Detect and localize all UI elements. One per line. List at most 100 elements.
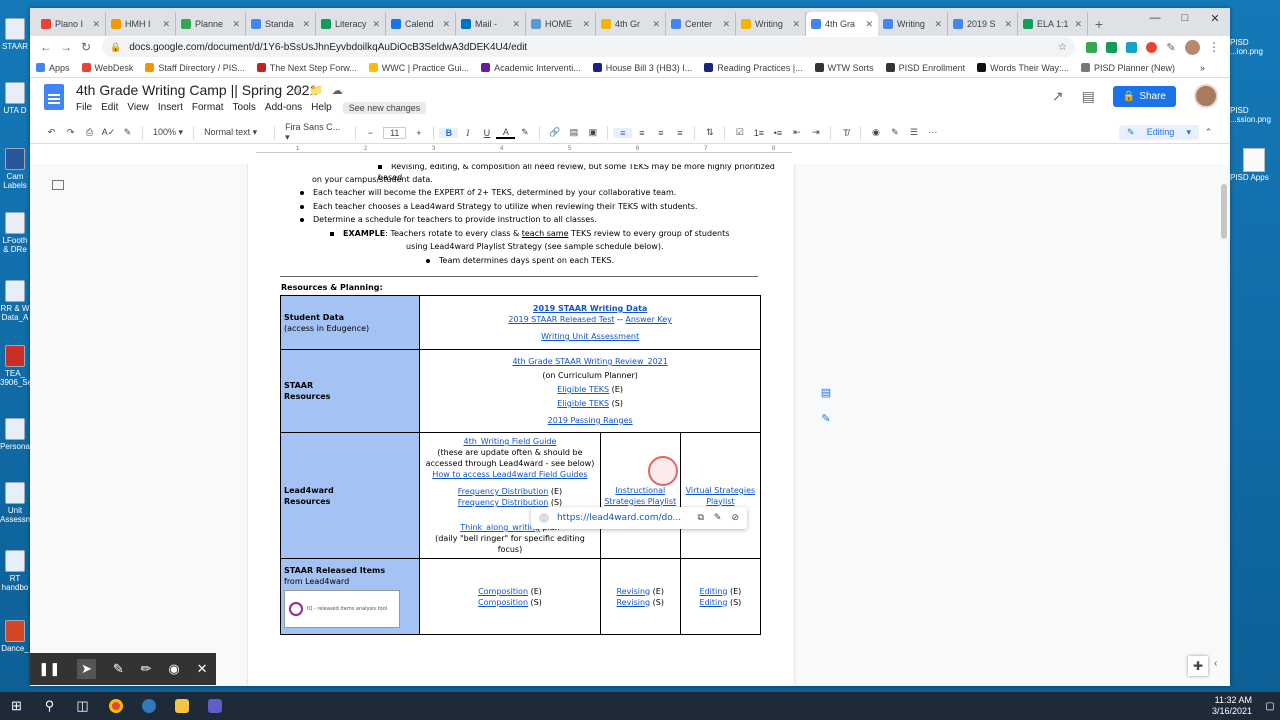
bookmark-item[interactable]: Words Their Way:...: [977, 63, 1069, 73]
teach-same-link[interactable]: teach same: [522, 229, 569, 238]
system-clock[interactable]: 11:32 AM 3/16/2021: [1212, 695, 1252, 717]
bookmark-item[interactable]: WWC | Practice Gui...: [368, 63, 469, 73]
extension-icon[interactable]: [1121, 40, 1141, 54]
tab-close-icon[interactable]: ✕: [302, 19, 310, 30]
resource-link[interactable]: 4th Grade STAAR Writing Review_2021: [512, 357, 667, 366]
document-page[interactable]: Revising, editing, & composition all nee…: [248, 164, 794, 686]
tab-close-icon[interactable]: ✕: [865, 19, 873, 30]
minimize-button[interactable]: —: [1140, 8, 1170, 28]
tab-close-icon[interactable]: ✕: [792, 19, 800, 30]
resource-link[interactable]: Composition: [478, 598, 528, 607]
pointer-icon[interactable]: ➤: [77, 659, 96, 679]
menu-edit[interactable]: Edit: [101, 102, 118, 114]
line-spacing-icon[interactable]: ⇅: [700, 127, 719, 138]
new-tab-button[interactable]: +: [1088, 12, 1110, 36]
desktop-icon[interactable]: TEA_ 3906_Se: [0, 345, 30, 387]
task-view-icon[interactable]: ◫: [66, 692, 99, 720]
font-size-input[interactable]: 11: [383, 126, 407, 139]
zoom-select[interactable]: 100% ▾: [148, 127, 188, 138]
copy-link-icon[interactable]: ⧉: [697, 513, 703, 524]
spellcheck-icon[interactable]: A✓: [99, 127, 118, 138]
menu-file[interactable]: File: [76, 102, 92, 114]
docs-logo-icon[interactable]: [44, 84, 64, 110]
tab-close-icon[interactable]: ✕: [1074, 19, 1082, 30]
bold-icon[interactable]: B: [439, 127, 459, 138]
desktop-icon[interactable]: PISD Apps: [1230, 148, 1278, 182]
edit-link-icon[interactable]: ✎: [714, 513, 722, 524]
resource-link[interactable]: Revising: [616, 598, 650, 607]
link-icon[interactable]: 🔗: [545, 127, 564, 138]
notification-icon[interactable]: ▢: [1260, 701, 1280, 712]
tab-close-icon[interactable]: ✕: [1004, 19, 1012, 30]
bookmark-item[interactable]: Apps: [36, 63, 70, 73]
teams-icon[interactable]: [198, 692, 231, 720]
underline-icon[interactable]: U: [477, 128, 496, 138]
search-icon[interactable]: ⚲: [33, 692, 66, 720]
star-icon[interactable]: ☆: [292, 84, 302, 97]
border-dash-icon[interactable]: ⋯: [923, 127, 942, 138]
user-avatar[interactable]: [1194, 84, 1218, 108]
windows-start-icon[interactable]: ⊞: [0, 692, 33, 720]
menu-insert[interactable]: Insert: [158, 102, 183, 114]
pen-icon[interactable]: ✎: [113, 661, 124, 677]
comments-icon[interactable]: ▤: [1082, 88, 1095, 105]
browser-tab[interactable]: HOME ✕: [526, 12, 596, 36]
collapse-panel-icon[interactable]: ‹: [1214, 658, 1228, 672]
resource-link[interactable]: 4th_Writing Field Guide: [464, 437, 557, 446]
decrease-indent-icon[interactable]: ⇤: [787, 127, 806, 138]
desktop-icon[interactable]: STAAR: [0, 18, 30, 51]
checklist-icon[interactable]: ☑: [730, 127, 749, 138]
resource-link[interactable]: Answer Key: [625, 315, 672, 324]
font-select[interactable]: Fira Sans C... ▾: [280, 122, 350, 143]
justify-icon[interactable]: ≡: [670, 128, 689, 138]
bulleted-list-icon[interactable]: •≡: [768, 128, 787, 138]
bookmark-item[interactable]: The Next Step Forw...: [256, 63, 357, 73]
resource-link[interactable]: 2019 STAAR Released Test: [508, 315, 614, 324]
cell-fill-icon[interactable]: ◉: [866, 127, 885, 138]
instructional-strategies-link[interactable]: Instructional Strategies Playlist: [604, 486, 676, 506]
document-outline-icon[interactable]: [52, 180, 64, 190]
tab-close-icon[interactable]: ✕: [512, 19, 520, 30]
resource-link[interactable]: 2019 Passing Ranges: [548, 416, 633, 425]
tab-close-icon[interactable]: ✕: [652, 19, 660, 30]
editing-mode-select[interactable]: ✎ Editing ▾: [1119, 125, 1199, 140]
browser-tab[interactable]: Writing ✕: [878, 12, 948, 36]
desktop-icon[interactable]: Persona: [0, 418, 30, 451]
profile-avatar[interactable]: [1185, 39, 1200, 55]
browser-tab[interactable]: HMH I ✕: [106, 12, 176, 36]
bookmark-item[interactable]: PISD Planner (New): [1081, 63, 1175, 73]
desktop-icon[interactable]: PISD ...ion.png: [1230, 38, 1278, 56]
tab-close-icon[interactable]: ✕: [722, 19, 730, 30]
browser-tab[interactable]: Plano I ✕: [36, 12, 106, 36]
image-icon[interactable]: ▣: [583, 127, 602, 138]
browser-tab[interactable]: ELA 1:1 ✕: [1018, 12, 1088, 36]
virtual-strategies-link[interactable]: Virtual Strategies Playlist: [686, 486, 756, 506]
close-window-button[interactable]: ✕: [1200, 8, 1230, 28]
hide-menus-icon[interactable]: ⌃: [1199, 127, 1218, 138]
redo-icon[interactable]: ↷: [61, 127, 80, 138]
resource-link[interactable]: Editing: [700, 587, 728, 596]
desktop-icon[interactable]: PISD ...ssion.png: [1230, 106, 1278, 124]
browser-tab[interactable]: Mail - ✕: [456, 12, 526, 36]
resource-link[interactable]: Frequency Distribution: [458, 498, 549, 507]
cloud-saved-icon[interactable]: ☁: [332, 84, 343, 97]
resource-link[interactable]: Eligible TEKS: [557, 399, 609, 408]
resource-link[interactable]: Composition: [478, 587, 528, 596]
menu-help[interactable]: Help: [311, 102, 332, 114]
vertical-scrollbar[interactable]: [1221, 184, 1227, 239]
highlight-icon[interactable]: ✎: [515, 127, 534, 138]
maximize-button[interactable]: □: [1170, 8, 1200, 28]
tab-close-icon[interactable]: ✕: [442, 19, 450, 30]
browser-tab[interactable]: Standa ✕: [246, 12, 316, 36]
bookmark-star-icon[interactable]: ☆: [1058, 42, 1067, 53]
increase-indent-icon[interactable]: ⇥: [806, 127, 825, 138]
tab-close-icon[interactable]: ✕: [582, 19, 590, 30]
menu-tools[interactable]: Tools: [233, 102, 256, 114]
browser-tab[interactable]: Planne ✕: [176, 12, 246, 36]
desktop-icon[interactable]: Dance_: [0, 620, 30, 653]
browser-tab[interactable]: Literacy ✕: [316, 12, 386, 36]
align-left-icon[interactable]: ≡: [613, 127, 633, 138]
resource-link[interactable]: Frequency Distribution: [458, 487, 549, 496]
increase-font-size-button[interactable]: +: [409, 128, 428, 138]
tab-close-icon[interactable]: ✕: [934, 19, 942, 30]
